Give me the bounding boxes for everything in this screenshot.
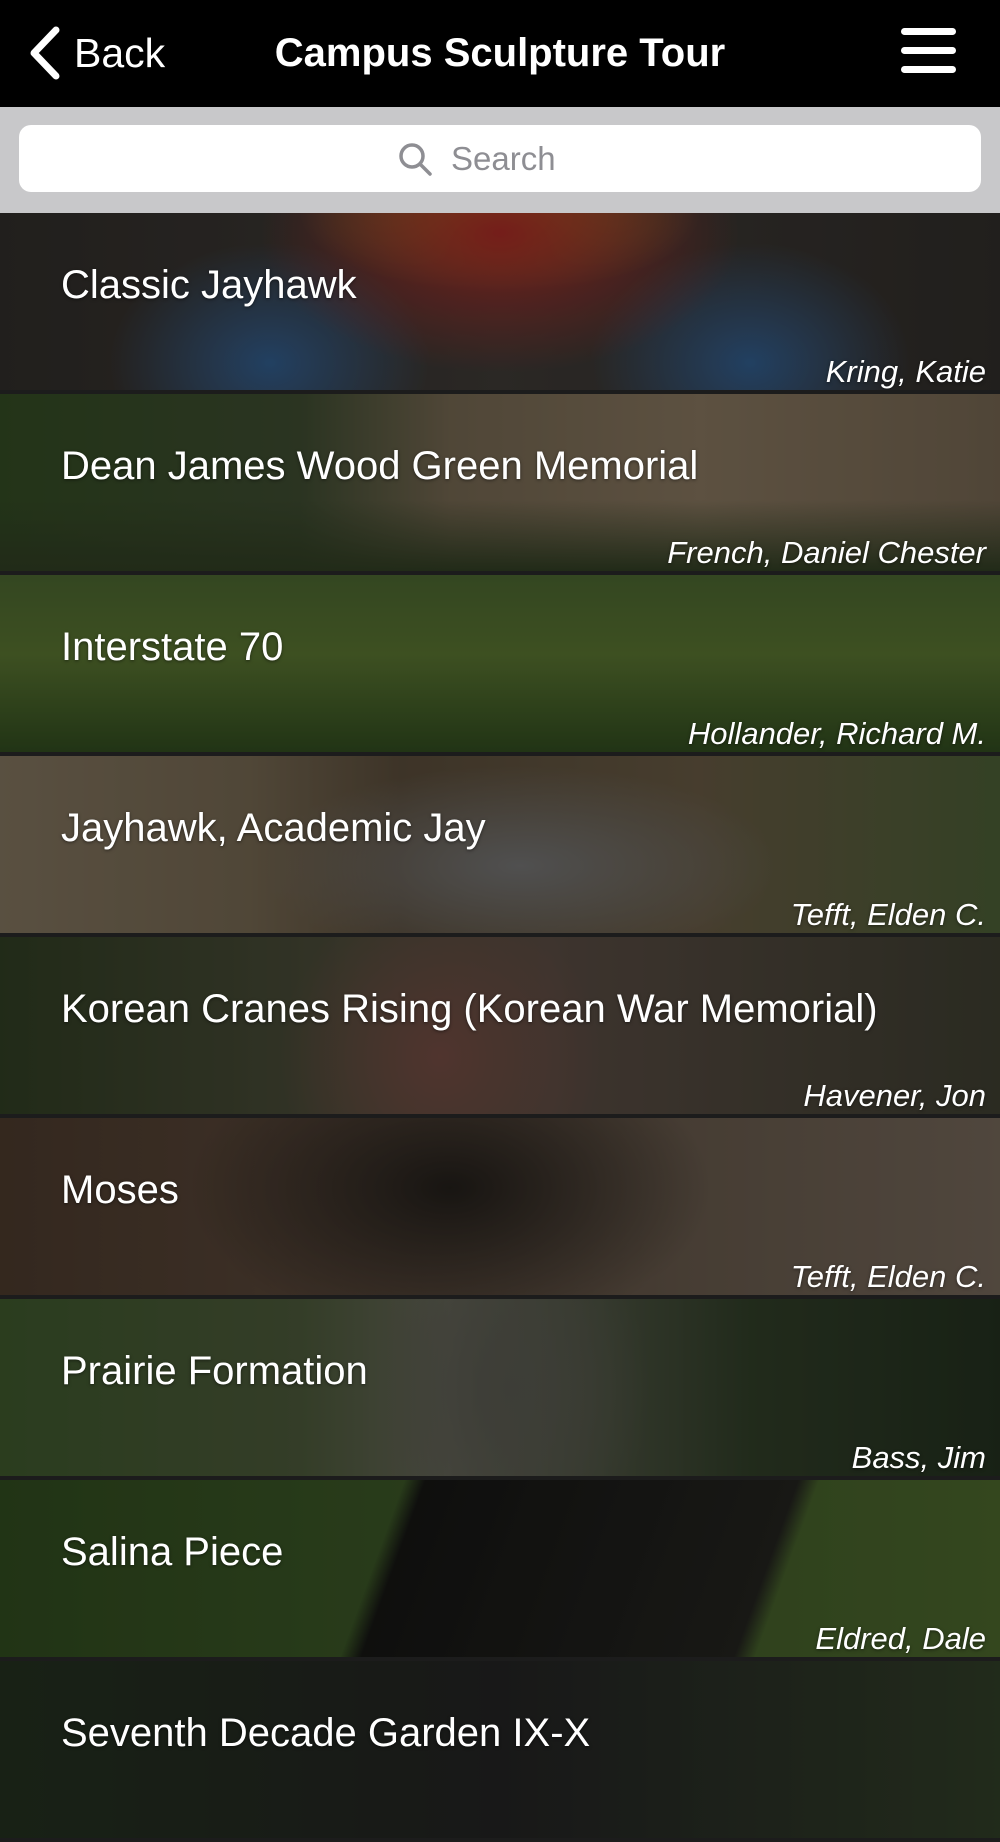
sculpture-artist: Bass, Jim [851,1440,986,1475]
sculpture-title: Moses [61,1168,179,1212]
search-input[interactable] [449,138,603,179]
search-bar [0,107,1000,213]
sculpture-artist: Hollander, Richard M. [687,716,986,751]
list-item[interactable]: Jayhawk, Academic Jay Tefft, Elden C. [0,756,1000,933]
sculpture-title: Seventh Decade Garden IX-X [61,1711,591,1755]
list-item[interactable]: Salina Piece Eldred, Dale [0,1480,1000,1657]
list-item[interactable]: Dean James Wood Green Memorial French, D… [0,394,1000,571]
sculpture-artist: French, Daniel Chester [667,535,986,570]
list-item[interactable]: Moses Tefft, Elden C. [0,1118,1000,1295]
sculpture-title: Interstate 70 [61,625,284,669]
sculpture-artist: Kring, Katie [825,354,986,389]
list-item[interactable]: Classic Jayhawk Kring, Katie [0,213,1000,390]
list-item[interactable]: Prairie Formation Bass, Jim [0,1299,1000,1476]
back-button-label: Back [74,29,166,76]
sculpture-title: Jayhawk, Academic Jay [61,806,486,850]
sculpture-artist: Havener, Jon [803,1078,986,1113]
sculpture-title: Dean James Wood Green Memorial [61,444,699,488]
sculpture-artist: Tefft, Elden C. [790,897,986,932]
sculpture-artist: Eldred, Dale [815,1621,986,1656]
sculpture-title: Korean Cranes Rising (Korean War Memoria… [61,987,878,1031]
list-item[interactable]: Interstate 70 Hollander, Richard M. [0,575,1000,752]
sculpture-title: Classic Jayhawk [61,263,357,307]
search-icon [399,142,432,176]
search-field[interactable] [19,125,981,192]
back-button[interactable]: Back [26,22,165,84]
chevron-left-icon [30,26,60,80]
navigation-bar: Back Campus Sculpture Tour [0,0,1000,107]
list-item[interactable]: Seventh Decade Garden IX-X [0,1661,1000,1838]
sculpture-title: Salina Piece [61,1530,284,1574]
hamburger-menu-icon[interactable] [901,28,956,74]
sculpture-artist: Tefft, Elden C. [790,1259,986,1294]
sculpture-title: Prairie Formation [61,1349,368,1393]
sculpture-list: Classic Jayhawk Kring, Katie Dean James … [0,213,1000,1842]
list-item[interactable]: Korean Cranes Rising (Korean War Memoria… [0,937,1000,1114]
